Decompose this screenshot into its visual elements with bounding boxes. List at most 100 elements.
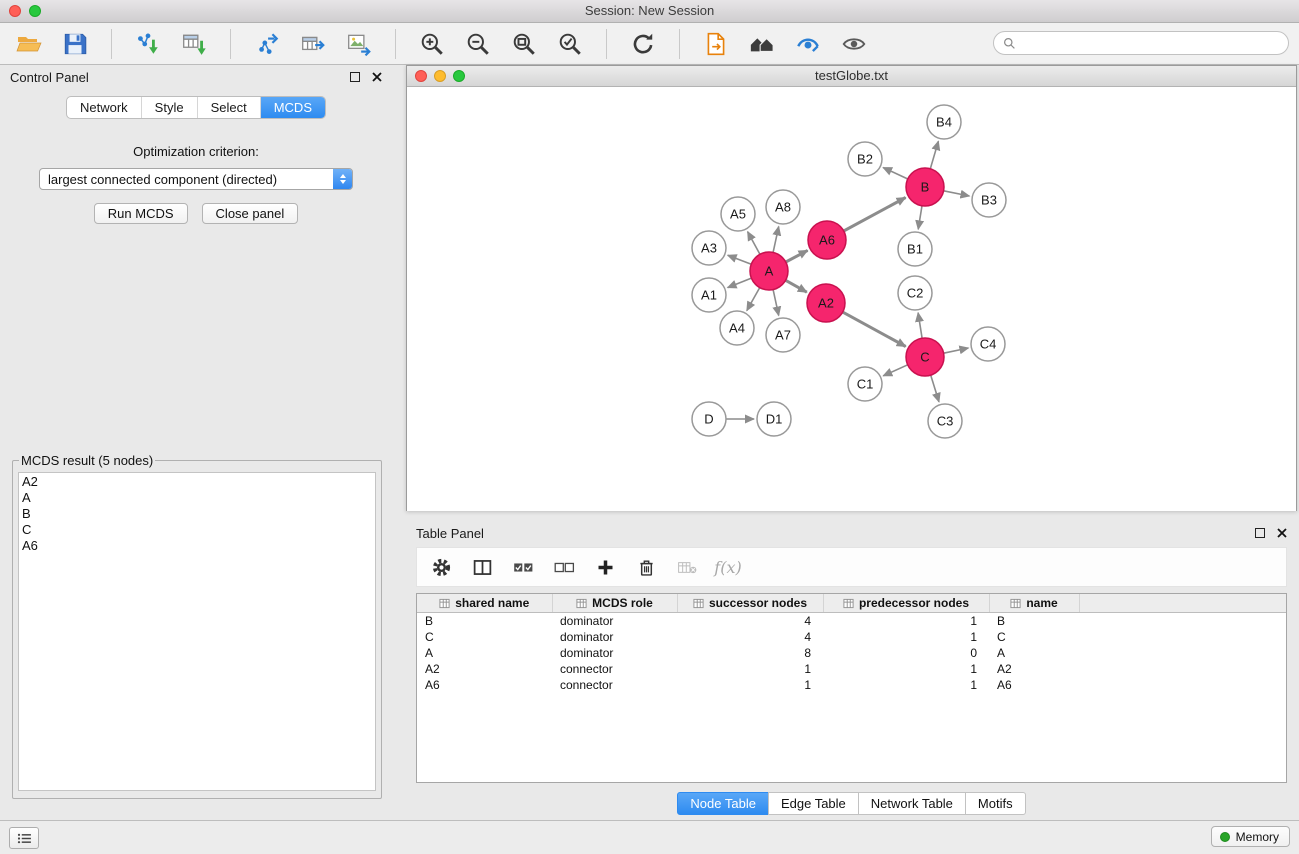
node-C2[interactable]: C2	[898, 276, 932, 310]
cell[interactable]: connector	[552, 661, 677, 677]
apply-layout-icon[interactable]	[628, 29, 658, 59]
edge-A-A2[interactable]	[786, 280, 807, 292]
cell[interactable]: A6	[417, 677, 552, 693]
node-C3[interactable]: C3	[928, 404, 962, 438]
export-network-icon[interactable]	[252, 29, 282, 59]
cell[interactable]: 4	[677, 629, 823, 645]
cell[interactable]: dominator	[552, 645, 677, 661]
cell[interactable]: B	[417, 613, 552, 630]
result-item-a2[interactable]: A2	[22, 474, 372, 490]
float-panel-icon[interactable]	[350, 72, 360, 82]
table-row-a[interactable]: Adominator80A	[417, 645, 1286, 661]
node-B1[interactable]: B1	[898, 232, 932, 266]
edge-B-B1[interactable]	[918, 206, 922, 230]
network-graph[interactable]: B4B2BB3A5A8A6B1A3AC2A1A2A4A7C4CC1C3DD1	[407, 87, 1296, 511]
search-input[interactable]	[1021, 35, 1288, 51]
delete-table-icon[interactable]	[675, 555, 699, 579]
optimization-criterion-dropdown[interactable]: largest connected component (directed)	[39, 168, 353, 190]
import-table-icon[interactable]	[179, 29, 209, 59]
edge-B-B3[interactable]	[944, 191, 970, 196]
close-panel-button[interactable]: Close panel	[202, 203, 299, 224]
cell[interactable]: dominator	[552, 629, 677, 645]
control-tab-mcds[interactable]: MCDS	[260, 97, 325, 118]
table-tab-node-table[interactable]: Node Table	[677, 792, 769, 815]
node-D[interactable]: D	[692, 402, 726, 436]
edge-A-A3[interactable]	[728, 255, 752, 264]
home-icon[interactable]	[747, 29, 777, 59]
edge-C-C2[interactable]	[918, 313, 922, 338]
node-A1[interactable]: A1	[692, 278, 726, 312]
node-A2[interactable]: A2	[807, 284, 845, 322]
zoom-out-icon[interactable]	[463, 29, 493, 59]
save-session-icon[interactable]	[60, 29, 90, 59]
edge-A-A4[interactable]	[747, 288, 760, 311]
cell[interactable]: 8	[677, 645, 823, 661]
zoom-in-icon[interactable]	[417, 29, 447, 59]
edge-A-A7[interactable]	[773, 290, 779, 316]
edge-C-C4[interactable]	[944, 348, 969, 353]
cell[interactable]: 1	[823, 629, 989, 645]
cell[interactable]: A	[989, 645, 1079, 661]
network-view-canvas[interactable]: B4B2BB3A5A8A6B1A3AC2A1A2A4A7C4CC1C3DD1	[407, 87, 1296, 511]
network-window-titlebar[interactable]: testGlobe.txt	[407, 66, 1296, 87]
cell[interactable]: 0	[823, 645, 989, 661]
control-tab-select[interactable]: Select	[197, 97, 260, 118]
edge-A2-C[interactable]	[843, 312, 906, 346]
result-item-b[interactable]: B	[22, 506, 372, 522]
cell[interactable]: B	[989, 613, 1079, 630]
task-history-button[interactable]	[9, 827, 39, 849]
node-A8[interactable]: A8	[766, 190, 800, 224]
import-network-icon[interactable]	[133, 29, 163, 59]
node-A[interactable]: A	[750, 252, 788, 290]
export-image-icon[interactable]	[344, 29, 374, 59]
node-B3[interactable]: B3	[972, 183, 1006, 217]
control-tab-style[interactable]: Style	[141, 97, 197, 118]
node-C[interactable]: C	[906, 338, 944, 376]
cell[interactable]: A2	[417, 661, 552, 677]
check-all-icon[interactable]	[511, 555, 535, 579]
table-tab-edge-table[interactable]: Edge Table	[768, 792, 859, 815]
cell[interactable]: 1	[677, 661, 823, 677]
delete-row-icon[interactable]	[634, 555, 658, 579]
table-row-c[interactable]: Cdominator41C	[417, 629, 1286, 645]
cell[interactable]: 1	[677, 677, 823, 693]
edge-C-C1[interactable]	[883, 365, 908, 376]
node-A6[interactable]: A6	[808, 221, 846, 259]
fx-icon[interactable]: f(x)	[716, 555, 740, 579]
node-B[interactable]: B	[906, 168, 944, 206]
cell[interactable]: 4	[677, 613, 823, 630]
column-header-mcds-role[interactable]: MCDS role	[552, 594, 677, 613]
open-document-icon[interactable]	[701, 29, 731, 59]
node-A5[interactable]: A5	[721, 197, 755, 231]
cell[interactable]: dominator	[552, 613, 677, 630]
cell[interactable]: 1	[823, 677, 989, 693]
add-column-icon[interactable]	[593, 555, 617, 579]
edge-A-A8[interactable]	[773, 227, 779, 253]
table-tab-motifs[interactable]: Motifs	[965, 792, 1026, 815]
node-A3[interactable]: A3	[692, 231, 726, 265]
node-A4[interactable]: A4	[720, 311, 754, 345]
node-B4[interactable]: B4	[927, 105, 961, 139]
run-mcds-button[interactable]: Run MCDS	[94, 203, 188, 224]
result-item-a6[interactable]: A6	[22, 538, 372, 554]
zoom-selected-icon[interactable]	[555, 29, 585, 59]
edge-A-A5[interactable]	[748, 232, 760, 255]
show-graphics-icon[interactable]	[839, 29, 869, 59]
float-table-panel-icon[interactable]	[1255, 528, 1265, 538]
node-C4[interactable]: C4	[971, 327, 1005, 361]
node-C1[interactable]: C1	[848, 367, 882, 401]
table-row-a2[interactable]: A2connector11A2	[417, 661, 1286, 677]
edge-B-B4[interactable]	[930, 141, 938, 169]
visual-style-icon[interactable]	[793, 29, 823, 59]
result-item-c[interactable]: C	[22, 522, 372, 538]
table-row-b[interactable]: Bdominator41B	[417, 613, 1286, 630]
node-A7[interactable]: A7	[766, 318, 800, 352]
columns-icon[interactable]	[470, 555, 494, 579]
open-file-icon[interactable]	[14, 29, 44, 59]
table-row-a6[interactable]: A6connector11A6	[417, 677, 1286, 693]
edge-A6-B[interactable]	[844, 198, 906, 232]
cell[interactable]: connector	[552, 677, 677, 693]
cell[interactable]: C	[989, 629, 1079, 645]
edge-A-A6[interactable]	[786, 250, 808, 262]
node-D1[interactable]: D1	[757, 402, 791, 436]
